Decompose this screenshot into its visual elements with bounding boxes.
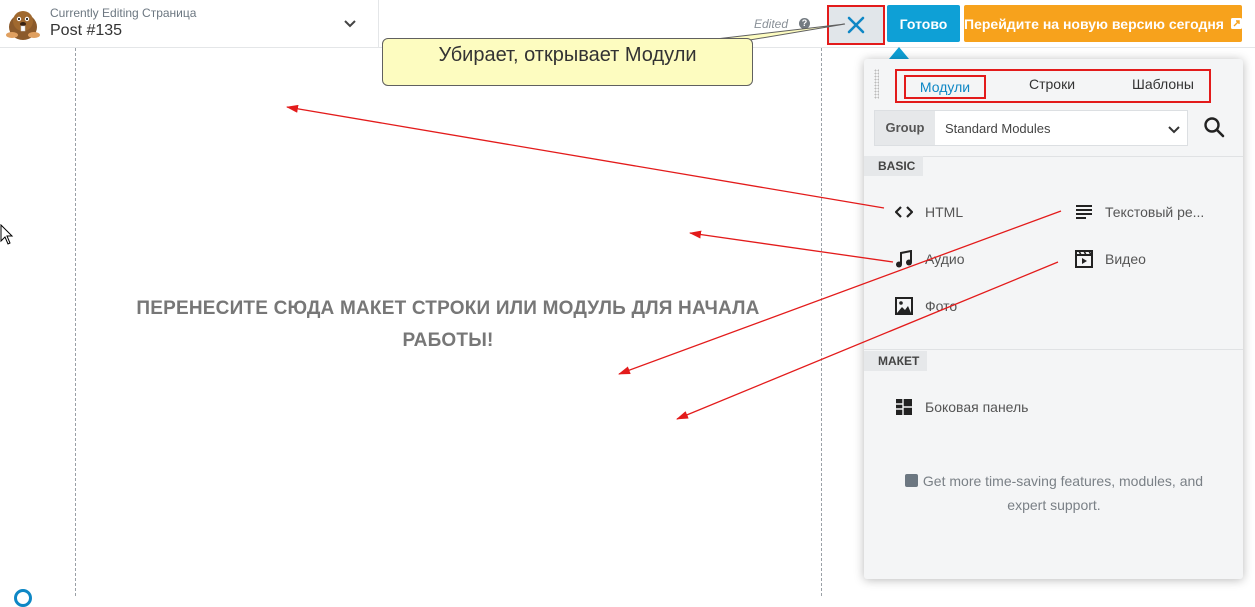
sidebar-layout-icon xyxy=(894,397,914,417)
photo-icon xyxy=(894,296,914,316)
module-video[interactable]: Видео xyxy=(1074,248,1146,270)
arrow-html xyxy=(286,104,885,209)
tab-rows[interactable]: Строки xyxy=(1029,76,1075,92)
external-link-icon xyxy=(904,474,918,487)
music-note-icon xyxy=(894,249,914,269)
module-label: Аудио xyxy=(925,251,965,267)
upgrade-button[interactable]: Перейдите на новую версию сегодня xyxy=(964,5,1242,42)
arrow-audio xyxy=(689,230,894,263)
editing-header[interactable]: Currently Editing Страница Post #135 xyxy=(0,0,379,47)
promo-text: Get more time-saving features, modules, … xyxy=(922,473,1204,513)
mouse-cursor-icon xyxy=(0,224,14,245)
upgrade-promo[interactable]: Get more time-saving features, modules, … xyxy=(894,469,1214,517)
video-icon xyxy=(1074,249,1094,269)
editing-caption: Currently Editing Страница xyxy=(50,6,197,20)
module-label: Видео xyxy=(1105,251,1146,267)
help-icon[interactable]: ? xyxy=(799,18,810,29)
module-audio[interactable]: Аудио xyxy=(894,248,965,270)
external-link-icon xyxy=(1230,18,1242,29)
post-title: Post #135 xyxy=(50,22,123,39)
code-icon xyxy=(894,202,914,222)
content-guide-right xyxy=(821,48,822,596)
section-title-layout: МАКЕТ xyxy=(864,351,928,371)
done-button[interactable]: Готово xyxy=(887,5,960,42)
toggle-modules-button[interactable] xyxy=(827,5,885,45)
chevron-down-icon xyxy=(1168,126,1180,134)
module-text-editor[interactable]: Текстовый ре... xyxy=(1074,201,1204,223)
text-lines-icon xyxy=(1074,202,1094,222)
beaver-logo-icon xyxy=(6,11,40,40)
section-title-basic: BASIC xyxy=(864,156,924,176)
module-sidebar[interactable]: Боковая панель xyxy=(894,396,1028,418)
module-html[interactable]: HTML xyxy=(894,201,963,223)
group-select[interactable]: Group Standard Modules xyxy=(874,110,1188,146)
module-label: Боковая панель xyxy=(925,399,1029,415)
module-label: Текстовый ре... xyxy=(1105,204,1205,220)
tab-templates[interactable]: Шаблоны xyxy=(1132,76,1194,92)
tab-modules[interactable]: Модули xyxy=(904,75,986,99)
module-label: HTML xyxy=(925,204,964,220)
close-icon xyxy=(847,16,865,34)
drag-handle-icon[interactable] xyxy=(874,69,879,99)
module-photo[interactable]: Фото xyxy=(894,295,957,317)
group-value: Standard Modules xyxy=(945,121,1051,136)
annotation-tooltip: Убирает, открывает Модули xyxy=(382,38,753,86)
edited-status: Edited xyxy=(754,17,789,31)
panel-caret xyxy=(889,47,909,59)
chevron-down-icon[interactable] xyxy=(342,15,358,31)
section-divider xyxy=(864,349,1243,350)
search-icon[interactable] xyxy=(1203,116,1225,138)
drop-zone-message[interactable]: ПЕРЕНЕСИТЕ СЮДА МАКЕТ СТРОКИ ИЛИ МОДУЛЬ … xyxy=(110,293,786,357)
wordpress-icon xyxy=(14,589,32,607)
module-label: Фото xyxy=(925,298,958,314)
content-guide-left xyxy=(75,48,76,596)
upgrade-label: Перейдите на новую версию сегодня xyxy=(964,15,1224,32)
modules-panel: Модули Строки Шаблоны Group Standard Mod… xyxy=(864,59,1243,579)
group-label: Group xyxy=(875,111,935,145)
